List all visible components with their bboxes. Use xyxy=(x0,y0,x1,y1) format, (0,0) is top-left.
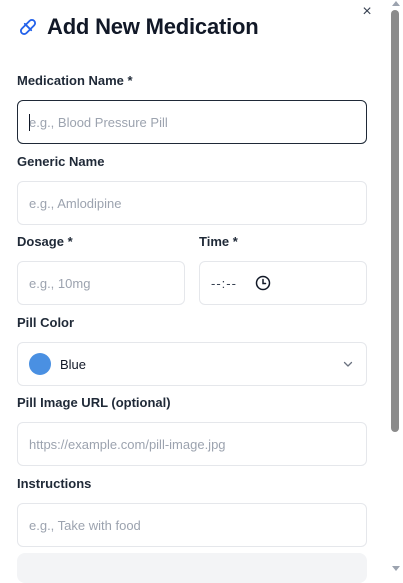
generic-name-input-box[interactable] xyxy=(17,181,367,225)
color-swatch xyxy=(29,353,51,375)
medication-name-input[interactable] xyxy=(29,114,366,130)
dosage-input[interactable] xyxy=(29,275,184,291)
time-input[interactable]: --:-- xyxy=(199,261,367,305)
dialog-title: Add New Medication xyxy=(47,14,259,39)
pill-color-field: Pill Color Blue xyxy=(17,315,367,386)
instructions-field: Instructions xyxy=(17,476,367,547)
generic-name-input[interactable] xyxy=(29,195,366,211)
pill-image-url-field: Pill Image URL (optional) xyxy=(17,395,367,466)
pill-image-url-input-box[interactable] xyxy=(17,422,367,466)
scroll-up-arrow-icon[interactable] xyxy=(392,1,400,6)
pill-color-value: Blue xyxy=(60,356,87,372)
medication-name-field: Medication Name * xyxy=(17,73,367,144)
pill-icon xyxy=(19,18,37,36)
scroll-down-arrow-icon[interactable] xyxy=(392,566,400,571)
generic-name-field: Generic Name xyxy=(17,154,367,225)
medication-name-input-box[interactable] xyxy=(17,100,367,144)
dosage-field: Dosage * xyxy=(17,234,185,305)
dosage-label: Dosage * xyxy=(17,234,73,249)
close-button[interactable]: × xyxy=(358,3,376,21)
add-medication-dialog: × Add New Medication Medication Name * G… xyxy=(0,0,388,583)
chevron-down-icon xyxy=(343,361,353,367)
next-section-panel xyxy=(17,553,367,583)
medication-name-label: Medication Name * xyxy=(17,73,133,88)
pill-image-url-label: Pill Image URL (optional) xyxy=(17,395,171,410)
time-field: Time * --:-- xyxy=(199,234,367,305)
pill-color-label: Pill Color xyxy=(17,315,75,330)
pill-image-url-input[interactable] xyxy=(29,436,366,452)
scrollbar-thumb[interactable] xyxy=(391,10,399,432)
dialog-header: Add New Medication xyxy=(17,14,259,40)
time-label: Time * xyxy=(199,234,238,249)
instructions-label: Instructions xyxy=(17,476,92,491)
clock-icon[interactable] xyxy=(255,275,271,291)
time-value: --:-- xyxy=(211,275,237,291)
instructions-input[interactable] xyxy=(29,517,366,533)
pill-color-select[interactable]: Blue xyxy=(17,342,367,386)
instructions-input-box[interactable] xyxy=(17,503,367,547)
dosage-input-box[interactable] xyxy=(17,261,185,305)
generic-name-label: Generic Name xyxy=(17,154,105,169)
